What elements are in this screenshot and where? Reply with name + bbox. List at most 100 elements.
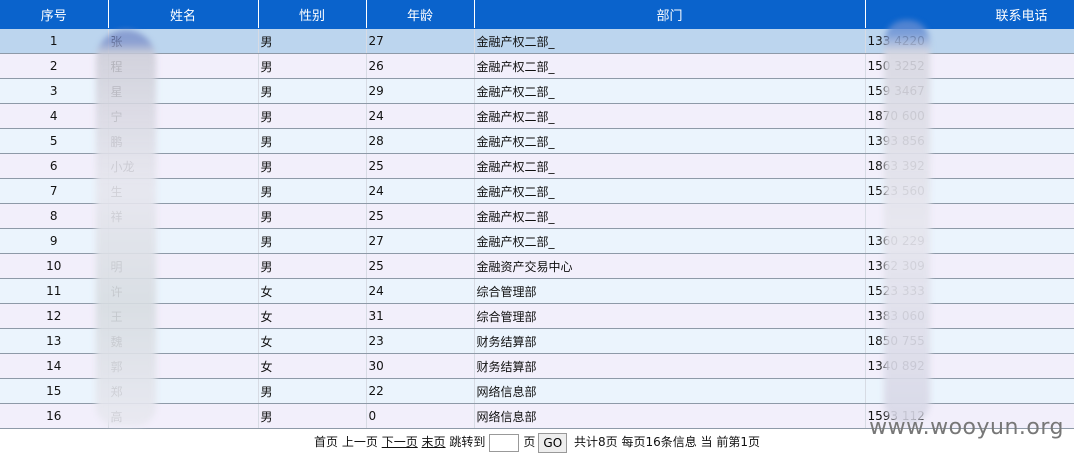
table-row[interactable]: 15 郑男 22 网络信息部: [0, 378, 1074, 404]
cell-name: 祥: [108, 203, 259, 229]
cell-age: 30: [366, 353, 475, 379]
cell-age: 24: [366, 103, 475, 129]
cell-dept: 金融产权二部_: [474, 128, 866, 154]
cell-age: 0: [366, 403, 475, 429]
cell-gender: 女: [258, 278, 367, 304]
cell-age: 25: [366, 203, 475, 229]
cell-phone: 1870 600: [865, 103, 1074, 129]
cell-name: 张: [108, 28, 259, 54]
cell-no: 10: [0, 253, 109, 279]
cell-name: 许: [108, 278, 259, 304]
cell-no: 12: [0, 303, 109, 329]
column-header-phone[interactable]: 联系电话: [865, 0, 1074, 29]
cell-phone: 1362 309: [865, 253, 1074, 279]
cell-dept: 金融产权二部_: [474, 28, 866, 54]
cell-no: 3: [0, 78, 109, 104]
cell-age: 26: [366, 53, 475, 79]
table-row[interactable]: 9 男 27 金融产权二部_ 1360 229: [0, 228, 1074, 254]
cell-name: 郑: [108, 378, 259, 404]
cell-gender: 男: [258, 153, 367, 179]
cell-name: 鹏: [108, 128, 259, 154]
cell-gender: 男: [258, 253, 367, 279]
cell-dept: 金融资产交易中心: [474, 253, 866, 279]
table-row[interactable]: 8 祥男 25 金融产权二部_: [0, 203, 1074, 229]
cell-no: 13: [0, 328, 109, 354]
cell-age: 24: [366, 178, 475, 204]
cell-phone: 150 3252: [865, 53, 1074, 79]
staff-table: 序号 姓名 性别 年龄 部门 联系电话 1 张男 27 金融产权二部_ 133 4220…: [0, 0, 1074, 429]
cell-dept: 金融产权二部_: [474, 78, 866, 104]
table-row[interactable]: 1 张男 27 金融产权二部_ 133 4220: [0, 28, 1074, 54]
cell-phone: 1340 892: [865, 353, 1074, 379]
cell-dept: 综合管理部: [474, 278, 866, 304]
column-header-gender[interactable]: 性别: [258, 0, 367, 29]
table-row[interactable]: 10 明男 25 金融资产交易中心 1362 309: [0, 253, 1074, 279]
column-header-dept[interactable]: 部门: [474, 0, 866, 29]
table-row[interactable]: 4 宁男 24 金融产权二部_ 1870 600: [0, 103, 1074, 129]
cell-name: 魏: [108, 328, 259, 354]
cell-no: 9: [0, 228, 109, 254]
cell-age: 28: [366, 128, 475, 154]
column-header-no[interactable]: 序号: [0, 0, 109, 29]
cell-age: 27: [366, 28, 475, 54]
cell-no: 6: [0, 153, 109, 179]
cell-name: 生: [108, 178, 259, 204]
cell-gender: 男: [258, 53, 367, 79]
pager-next-link[interactable]: 下一页: [382, 435, 418, 449]
page-number-input[interactable]: [489, 433, 520, 452]
cell-age: 31: [366, 303, 475, 329]
cell-name: [108, 228, 259, 254]
column-header-name[interactable]: 姓名: [108, 0, 259, 29]
pager-page-unit: 页: [523, 435, 536, 449]
cell-phone: 1523 560: [865, 178, 1074, 204]
column-header-age[interactable]: 年龄: [366, 0, 475, 29]
table-body: 1 张男 27 金融产权二部_ 133 4220 2 程男 26 金融产权二部_ 150 3252…: [0, 28, 1074, 429]
cell-gender: 女: [258, 353, 367, 379]
table-row[interactable]: 5 鹏男 28 金融产权二部_ 1393 856: [0, 128, 1074, 154]
cell-dept: 金融产权二部_: [474, 103, 866, 129]
cell-no: 2: [0, 53, 109, 79]
cell-gender: 男: [258, 403, 367, 429]
cell-dept: 金融产权二部_: [474, 153, 866, 179]
cell-phone: 1850 755: [865, 328, 1074, 354]
cell-phone: 1360 229: [865, 228, 1074, 254]
cell-gender: 男: [258, 128, 367, 154]
cell-gender: 男: [258, 178, 367, 204]
cell-no: 7: [0, 178, 109, 204]
table-row[interactable]: 2 程男 26 金融产权二部_ 150 3252: [0, 53, 1074, 79]
pager-last-link[interactable]: 末页: [422, 435, 446, 449]
pager-first[interactable]: 首页: [314, 435, 338, 449]
cell-no: 14: [0, 353, 109, 379]
cell-dept: 财务结算部: [474, 328, 866, 354]
cell-gender: 男: [258, 228, 367, 254]
table-row[interactable]: 13 魏女 23 财务结算部 1850 755: [0, 328, 1074, 354]
cell-phone: 133 4220: [865, 28, 1074, 54]
cell-name: 郭: [108, 353, 259, 379]
cell-gender: 男: [258, 203, 367, 229]
table-row[interactable]: 11 许女 24 综合管理部 1523 333: [0, 278, 1074, 304]
cell-phone: 1863 392: [865, 153, 1074, 179]
cell-phone: 1383 060: [865, 303, 1074, 329]
cell-gender: 男: [258, 78, 367, 104]
go-button[interactable]: GO: [538, 432, 568, 453]
table-row[interactable]: 3 星男 29 金融产权二部_ 159 3467: [0, 78, 1074, 104]
cell-dept: 财务结算部: [474, 353, 866, 379]
cell-age: 22: [366, 378, 475, 404]
table-row[interactable]: 6 小龙男 25 金融产权二部_ 1863 392: [0, 153, 1074, 179]
cell-name: 宁: [108, 103, 259, 129]
cell-dept: 金融产权二部_: [474, 178, 866, 204]
cell-phone: [865, 378, 1074, 404]
cell-phone: [865, 203, 1074, 229]
cell-name: 王: [108, 303, 259, 329]
pager-prev[interactable]: 上一页: [342, 435, 378, 449]
cell-dept: 网络信息部: [474, 378, 866, 404]
cell-no: 1: [0, 28, 109, 54]
cell-no: 11: [0, 278, 109, 304]
table-row[interactable]: 7 生男 24 金融产权二部_ 1523 560: [0, 178, 1074, 204]
cell-gender: 男: [258, 103, 367, 129]
cell-age: 25: [366, 153, 475, 179]
cell-gender: 女: [258, 303, 367, 329]
table-row[interactable]: 14 郭女 30 财务结算部 1340 892: [0, 353, 1074, 379]
table-row[interactable]: 12 王女 31 综合管理部 1383 060: [0, 303, 1074, 329]
cell-dept: 网络信息部: [474, 403, 866, 429]
